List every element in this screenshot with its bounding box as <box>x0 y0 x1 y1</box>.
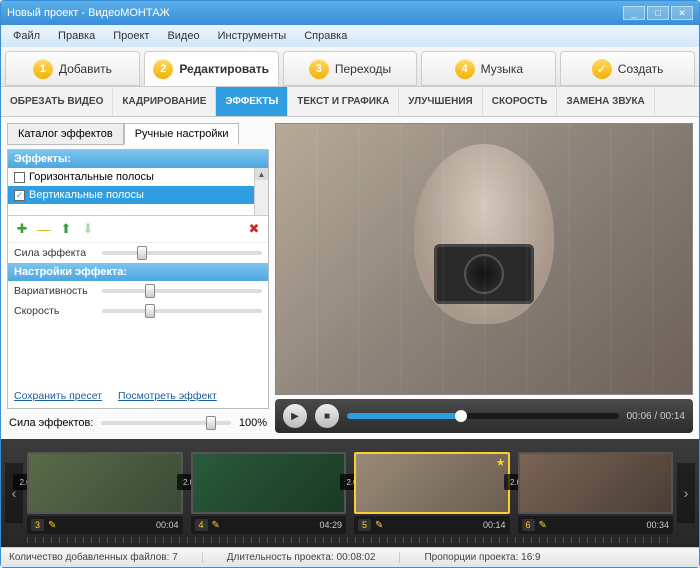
step-edit[interactable]: 2Редактировать <box>144 51 279 86</box>
seek-thumb[interactable] <box>455 410 467 422</box>
scrollbar[interactable]: ▲ <box>254 168 268 215</box>
menu-tools[interactable]: Инструменты <box>210 28 295 44</box>
variability-slider[interactable] <box>102 289 262 293</box>
check-icon: ✓ <box>592 59 612 79</box>
overall-strength-value: 100% <box>239 417 267 429</box>
play-button[interactable]: ▶ <box>283 404 307 428</box>
effect-settings-header: Настройки эффекта: <box>8 263 268 281</box>
effects-list-header: Эффекты: <box>8 150 268 168</box>
menu-edit[interactable]: Правка <box>50 28 103 44</box>
clip-3[interactable]: 2.0 3✎00:04 <box>27 452 183 534</box>
checkbox-icon[interactable]: ✓ <box>14 190 25 201</box>
clip-thumbnail[interactable]: ★ <box>354 452 510 514</box>
maximize-button[interactable]: □ <box>647 6 669 20</box>
statusbar: Количество добавленных файлов: 7 Длитель… <box>1 547 699 567</box>
pencil-icon[interactable]: ✎ <box>48 520 56 531</box>
storyboard: ‹ › 2.0 3✎00:04 2.0 4✎04:29 2.0 ★ 5✎00:1… <box>1 439 699 547</box>
checkbox-icon[interactable] <box>14 172 25 183</box>
effect-item-hstripes[interactable]: Горизонтальные полосы <box>8 168 268 186</box>
menubar: Файл Правка Проект Видео Инструменты Спр… <box>1 25 699 47</box>
clip-thumbnail[interactable] <box>191 452 347 514</box>
step-add[interactable]: 1Добавить <box>5 51 140 86</box>
stop-button[interactable]: ■ <box>315 404 339 428</box>
clip-thumbnail[interactable] <box>27 452 183 514</box>
subtab-speed[interactable]: СКОРОСТЬ <box>483 87 558 116</box>
pencil-icon[interactable]: ✎ <box>212 520 220 531</box>
overall-strength-label: Сила эффектов: <box>9 417 93 429</box>
effect-item-vstripes[interactable]: ✓Вертикальные полосы <box>8 186 268 204</box>
move-up-icon[interactable]: ⬆ <box>58 221 74 237</box>
clip-4[interactable]: 2.0 4✎04:29 <box>191 452 347 534</box>
add-icon[interactable]: ✚ <box>14 221 30 237</box>
effect-toolbar: ✚ — ⬆ ⬇ ✖ <box>8 216 268 243</box>
effects-panel: Каталог эффектов Ручные настройки Эффект… <box>7 123 269 433</box>
manual-settings-box: Эффекты: Горизонтальные полосы ✓Вертикал… <box>7 149 269 409</box>
close-button[interactable]: ✕ <box>671 6 693 20</box>
move-down-icon[interactable]: ⬇ <box>80 221 96 237</box>
clip-5[interactable]: 2.0 ★ 5✎00:14 <box>354 452 510 534</box>
clip-thumbnail[interactable] <box>518 452 674 514</box>
menu-help[interactable]: Справка <box>296 28 355 44</box>
subtab-enhance[interactable]: УЛУЧШЕНИЯ <box>399 87 482 116</box>
wizard-steps: 1Добавить 2Редактировать 3Переходы 4Музы… <box>1 47 699 87</box>
seek-bar[interactable] <box>347 413 619 419</box>
remove-icon[interactable]: — <box>36 221 52 237</box>
clip-6[interactable]: 2.0 6✎00:34 <box>518 452 674 534</box>
delete-icon[interactable]: ✖ <box>246 221 262 237</box>
timeline-ruler <box>27 537 673 543</box>
effect-strength-label: Сила эффекта <box>14 247 96 259</box>
content-area: Каталог эффектов Ручные настройки Эффект… <box>1 117 699 439</box>
subtab-text[interactable]: ТЕКСТ И ГРАФИКА <box>288 87 399 116</box>
storyboard-prev-button[interactable]: ‹ <box>5 463 23 523</box>
edit-subtabs: ОБРЕЗАТЬ ВИДЕО КАДРИРОВАНИЕ ЭФФЕКТЫ ТЕКС… <box>1 87 699 117</box>
subtab-crop[interactable]: КАДРИРОВАНИЕ <box>113 87 216 116</box>
speed-slider[interactable] <box>102 309 262 313</box>
subtab-effects[interactable]: ЭФФЕКТЫ <box>216 87 288 116</box>
step-transitions[interactable]: 3Переходы <box>283 51 418 86</box>
menu-video[interactable]: Видео <box>159 28 207 44</box>
overall-strength-row: Сила эффектов: 100% <box>7 413 269 433</box>
step-create[interactable]: ✓Создать <box>560 51 695 86</box>
effect-strength-row: Сила эффекта <box>8 243 268 263</box>
window-title: Новый проект - ВидеоМОНТАЖ <box>7 7 623 19</box>
menu-file[interactable]: Файл <box>5 28 48 44</box>
effects-list: Горизонтальные полосы ✓Вертикальные поло… <box>8 168 268 216</box>
pencil-icon[interactable]: ✎ <box>375 520 383 531</box>
overall-strength-slider[interactable] <box>101 421 230 425</box>
time-display: 00:06 / 00:14 <box>627 411 685 422</box>
effect-strength-slider[interactable] <box>102 251 262 255</box>
minimize-button[interactable]: _ <box>623 6 645 20</box>
pencil-icon[interactable]: ✎ <box>539 520 547 531</box>
tab-catalog[interactable]: Каталог эффектов <box>7 123 124 145</box>
app-window: Новый проект - ВидеоМОНТАЖ _ □ ✕ Файл Пр… <box>0 0 700 568</box>
titlebar: Новый проект - ВидеоМОНТАЖ _ □ ✕ <box>1 1 699 25</box>
video-preview[interactable] <box>275 123 693 395</box>
tab-manual[interactable]: Ручные настройки <box>124 123 240 145</box>
preview-panel: ▶ ■ 00:06 / 00:14 <box>275 123 693 433</box>
scroll-up-icon[interactable]: ▲ <box>255 168 268 180</box>
preview-effect-link[interactable]: Посмотреть эффект <box>118 390 217 402</box>
save-preset-link[interactable]: Сохранить пресет <box>14 390 102 402</box>
menu-project[interactable]: Проект <box>105 28 157 44</box>
storyboard-next-button[interactable]: › <box>677 463 695 523</box>
subtab-trim[interactable]: ОБРЕЗАТЬ ВИДЕО <box>1 87 113 116</box>
subtab-audio[interactable]: ЗАМЕНА ЗВУКА <box>557 87 654 116</box>
step-music[interactable]: 4Музыка <box>421 51 556 86</box>
preset-links: Сохранить пресет Посмотреть эффект <box>8 384 268 408</box>
player-controls: ▶ ■ 00:06 / 00:14 <box>275 399 693 433</box>
param-speed: Скорость <box>8 301 268 321</box>
param-variability: Вариативность <box>8 281 268 301</box>
star-icon: ★ <box>496 456 506 469</box>
